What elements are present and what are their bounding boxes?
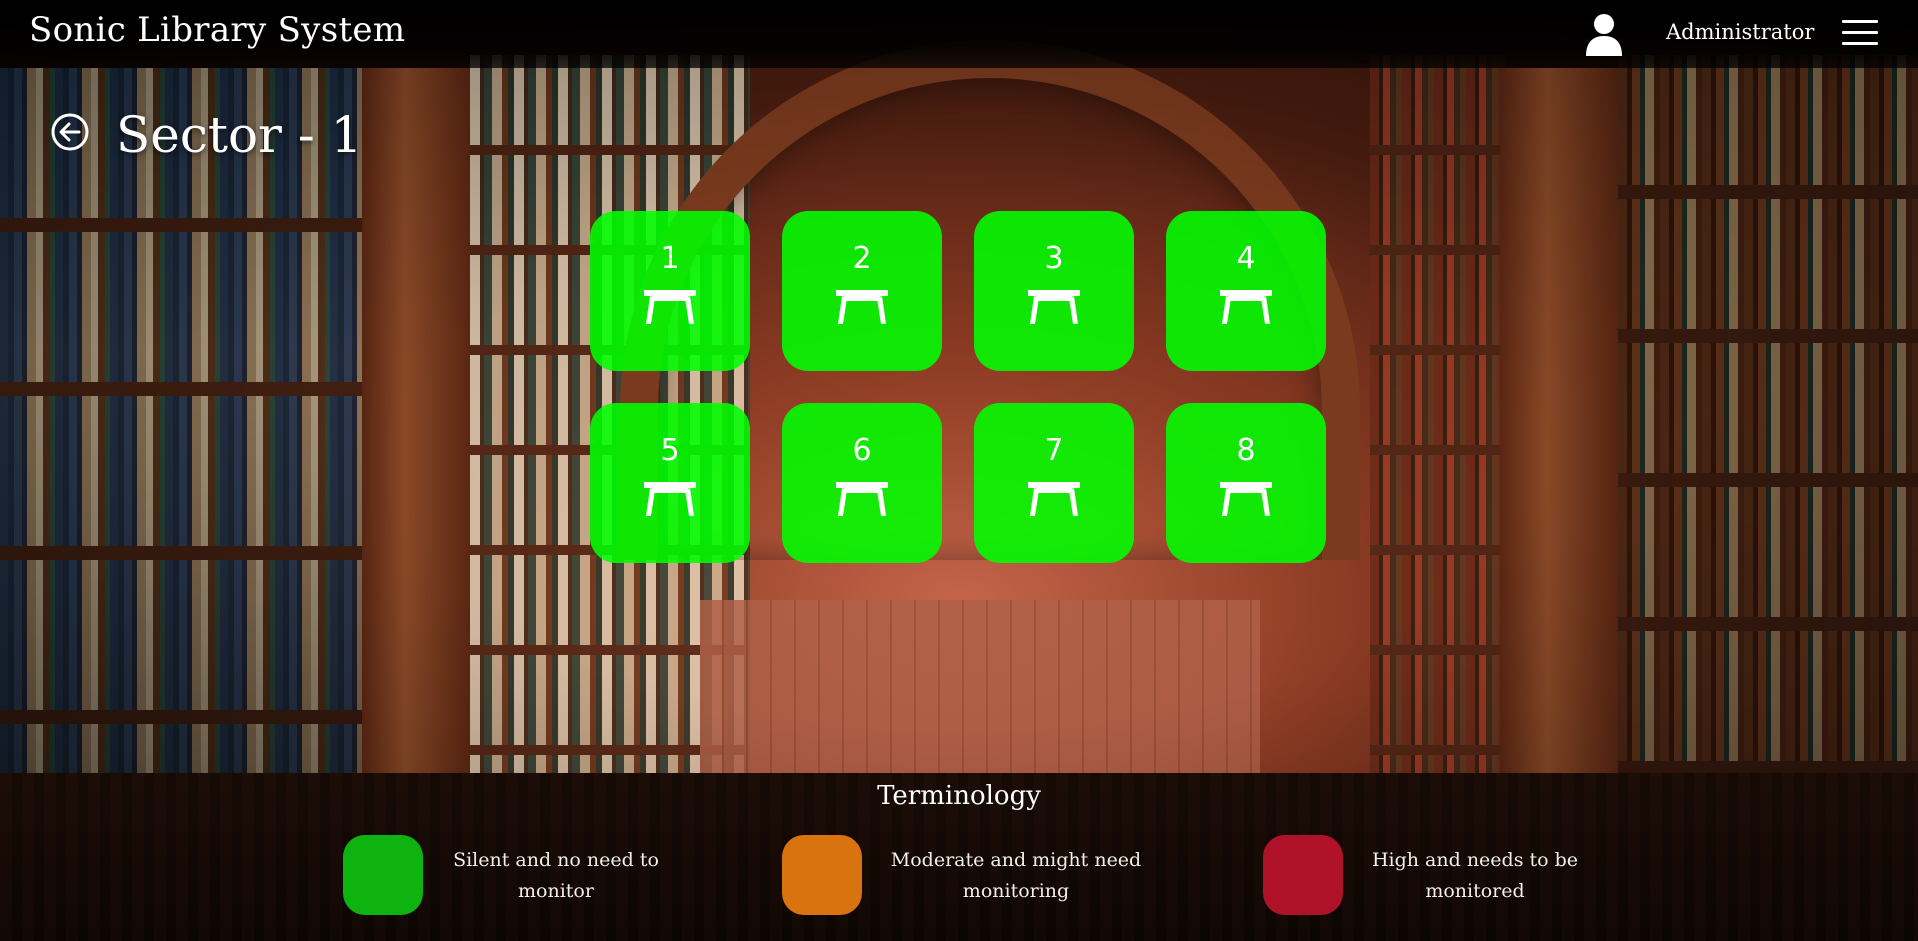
- desk-number: 5: [660, 433, 680, 468]
- top-navbar: Sonic Library System Administrator: [0, 0, 1918, 68]
- desk-icon: [1220, 482, 1272, 516]
- desk-icon: [1220, 290, 1272, 324]
- desk-icon: [644, 290, 696, 324]
- desk-icon: [1028, 482, 1080, 516]
- desk-number: 3: [1044, 241, 1064, 276]
- user-name[interactable]: Administrator: [1666, 20, 1814, 44]
- user-icon[interactable]: [1584, 12, 1624, 56]
- legend-text-silent: Silent and no need to monitor: [453, 849, 659, 902]
- legend-swatch-moderate: [782, 835, 862, 915]
- legend-text-high: High and needs to be monitored: [1371, 849, 1579, 902]
- desk-icon: [1028, 290, 1080, 324]
- legend-title: Terminology: [877, 781, 1041, 811]
- desk-tile[interactable]: 4: [1166, 211, 1326, 371]
- desk-icon: [644, 482, 696, 516]
- desk-tile[interactable]: 1: [590, 211, 750, 371]
- desk-icon: [836, 482, 888, 516]
- desk-number: 4: [1236, 241, 1256, 276]
- page-title: Sector - 1: [116, 106, 363, 164]
- hamburger-menu-icon[interactable]: [1842, 20, 1878, 46]
- desk-tile[interactable]: 5: [590, 403, 750, 563]
- desk-number: 7: [1044, 433, 1064, 468]
- legend-text-moderate: Moderate and might need monitoring: [890, 849, 1142, 902]
- desk-tile[interactable]: 8: [1166, 403, 1326, 563]
- app-title: Sonic Library System: [29, 10, 406, 50]
- desk-tile[interactable]: 6: [782, 403, 942, 563]
- back-arrow-circle-icon[interactable]: [50, 112, 90, 152]
- desk-tile[interactable]: 3: [974, 211, 1134, 371]
- desk-number: 8: [1236, 433, 1256, 468]
- desk-number: 2: [852, 241, 872, 276]
- desk-icon: [836, 290, 888, 324]
- desk-number: 1: [660, 241, 680, 276]
- legend-swatch-high: [1263, 835, 1343, 915]
- desk-tile[interactable]: 2: [782, 211, 942, 371]
- legend-swatch-silent: [343, 835, 423, 915]
- desk-number: 6: [852, 433, 872, 468]
- desk-tile[interactable]: 7: [974, 403, 1134, 563]
